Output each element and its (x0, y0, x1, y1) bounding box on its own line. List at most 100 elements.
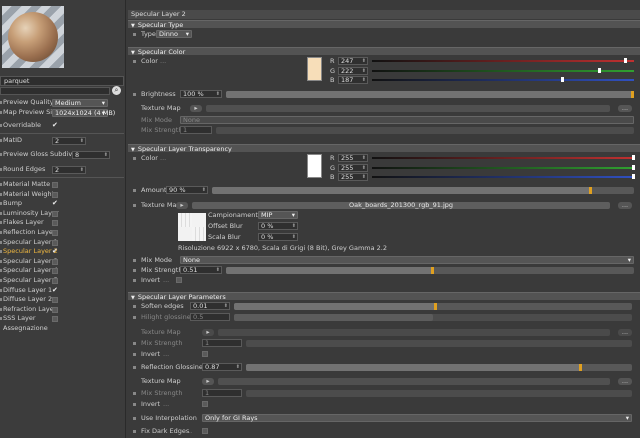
layer-checkbox[interactable] (52, 278, 58, 284)
texture-browse-button[interactable]: ... (618, 329, 632, 336)
checkmark-icon[interactable]: ✔ (52, 122, 59, 129)
texture-path-field[interactable] (218, 329, 610, 336)
channel-marker[interactable] (632, 155, 635, 160)
section-specular-color[interactable]: ▼ Specular Color (128, 47, 640, 56)
channel-marker[interactable] (624, 58, 628, 63)
spinner-icon[interactable]: ⬍ (80, 167, 84, 173)
section-layer-transparency[interactable]: ▼ Specular Layer Transparency (128, 144, 640, 153)
channel-field[interactable]: 187 ⬍ (338, 76, 368, 84)
texture-browse-button[interactable]: ... (618, 202, 632, 209)
left-number-field[interactable]: 8 ⬍ (72, 151, 110, 159)
spinner-icon[interactable]: ⬍ (362, 165, 366, 171)
layer-item[interactable]: Specular Layer 1 (0, 238, 124, 247)
texture-browse-button[interactable]: ... (618, 378, 632, 385)
soften-field[interactable]: 0.01 ⬍ (190, 302, 230, 310)
mix-strength-slider[interactable] (246, 390, 632, 397)
layer-checkbox[interactable] (52, 268, 58, 275)
channel-field[interactable]: 255 ⬍ (338, 173, 368, 181)
hilight-field[interactable]: 0.5 (190, 313, 230, 321)
amount-field[interactable]: 90 % ⬍ (166, 186, 208, 194)
offset-blur-field[interactable]: 0 % ⬍ (258, 222, 298, 230)
collapse-triangle-icon[interactable]: ▼ (131, 147, 135, 153)
layer-item[interactable]: Flakes Layer (0, 218, 124, 227)
layer-checkbox[interactable] (52, 230, 58, 236)
layer-item-active[interactable]: Specular Layer 2 ✔ (0, 247, 124, 256)
spinner-icon[interactable]: ⬍ (362, 58, 366, 64)
mix-strength-slider[interactable] (226, 267, 634, 274)
left-dropdown[interactable]: 1024x1024 (4 MB) ▾ (52, 109, 115, 117)
spinner-icon[interactable]: ⬍ (224, 303, 228, 309)
slider-knob[interactable] (578, 364, 582, 371)
spinner-icon[interactable]: ⬍ (216, 91, 220, 97)
mix-strength-field[interactable]: 1 (180, 126, 212, 134)
channel-gradient-slider[interactable] (372, 176, 634, 178)
layer-item[interactable]: Assegnazione (0, 324, 124, 333)
mix-mode-dropdown[interactable]: None (180, 116, 634, 124)
channel-field[interactable]: 247 ⬍ (338, 57, 368, 65)
slider-knob[interactable] (588, 187, 592, 194)
layer-checkbox[interactable] (52, 306, 58, 313)
texture-load-button[interactable]: ▸ (202, 378, 214, 385)
layer-item[interactable]: Refraction Layer (0, 305, 124, 314)
channel-marker[interactable] (561, 77, 565, 82)
layer-item[interactable]: Specular Layer 4 (0, 266, 124, 275)
layer-item[interactable]: Reflection Layer (0, 228, 124, 237)
checkmark-icon[interactable]: ✔ (52, 200, 59, 207)
channel-gradient-slider[interactable] (372, 69, 634, 72)
slider-knob[interactable] (431, 267, 435, 274)
texture-browse-button[interactable]: ... (618, 105, 632, 112)
layer-item[interactable]: Material Matte (0, 180, 124, 189)
texture-load-button[interactable]: ▸ (176, 202, 188, 209)
channel-marker[interactable] (632, 174, 635, 179)
spinner-icon[interactable]: ⬍ (362, 77, 366, 83)
mix-strength-slider[interactable] (246, 340, 632, 347)
texture-load-button[interactable]: ▸ (202, 329, 214, 336)
mix-strength-field[interactable]: 1 (202, 389, 242, 397)
channel-field[interactable]: 255 ⬍ (338, 163, 368, 172)
invert-checkbox[interactable] (202, 351, 208, 357)
spinner-icon[interactable]: ⬍ (236, 364, 240, 370)
brightness-field[interactable]: 100 % ⬍ (180, 90, 222, 98)
layer-item[interactable]: Specular Layer 3 (0, 257, 124, 266)
layer-item[interactable]: Specular Layer 5 (0, 276, 124, 285)
layer-checkbox[interactable] (52, 316, 58, 323)
spinner-icon[interactable]: ⬍ (216, 267, 220, 273)
spinner-icon[interactable]: ⬍ (362, 174, 366, 180)
layer-checkbox[interactable] (52, 191, 58, 198)
layer-checkbox[interactable] (52, 220, 58, 227)
section-specular-type[interactable]: ▼ Specular Type (128, 20, 640, 29)
collapse-triangle-icon[interactable]: ▼ (131, 23, 135, 29)
fix-dark-edges-checkbox[interactable] (202, 428, 208, 434)
channel-gradient-slider[interactable] (372, 79, 634, 81)
amount-slider[interactable] (212, 187, 634, 194)
spinner-icon[interactable]: ⬍ (362, 68, 366, 74)
channel-field[interactable]: 222 ⬍ (338, 66, 368, 75)
channel-gradient-slider[interactable] (372, 157, 634, 159)
layer-checkbox[interactable] (52, 239, 58, 246)
collapse-triangle-icon[interactable]: ▼ (131, 50, 135, 56)
mix-strength-slider[interactable] (216, 127, 634, 134)
texture-path-field[interactable] (206, 105, 610, 112)
slider-knob[interactable] (433, 303, 437, 310)
layer-item[interactable]: Diffuse Layer 2 (0, 295, 124, 304)
layer-search-input[interactable] (0, 87, 110, 95)
left-number-field[interactable]: 2 ⬍ (52, 166, 86, 174)
texture-load-button[interactable]: ▸ (190, 105, 202, 112)
invert-checkbox[interactable] (176, 277, 182, 283)
channel-gradient-slider[interactable] (372, 60, 634, 62)
search-icon[interactable]: ⌕ (112, 86, 121, 95)
mix-strength-field[interactable]: 0.51 ⬍ (180, 266, 222, 274)
layer-item[interactable]: Diffuse Layer 1 ✔ (0, 286, 124, 295)
mix-strength-field[interactable]: 1 (202, 339, 242, 347)
channel-marker[interactable] (597, 67, 601, 73)
mix-mode-dropdown[interactable]: None ▾ (180, 256, 634, 264)
interpolation-dropdown[interactable]: Only for GI Rays ▾ (202, 414, 632, 422)
soften-slider[interactable] (234, 303, 632, 310)
spec-color-swatch[interactable] (307, 57, 322, 81)
section-layer-parameters[interactable]: ▼ Specular Layer Parameters (128, 292, 640, 301)
spinner-icon[interactable]: ⬍ (80, 138, 84, 144)
texture-path-field[interactable] (218, 378, 610, 385)
brightness-slider[interactable] (226, 91, 634, 98)
channel-field[interactable]: 255 ⬍ (338, 154, 368, 162)
layer-item[interactable]: Luminosity Layer (0, 209, 124, 218)
